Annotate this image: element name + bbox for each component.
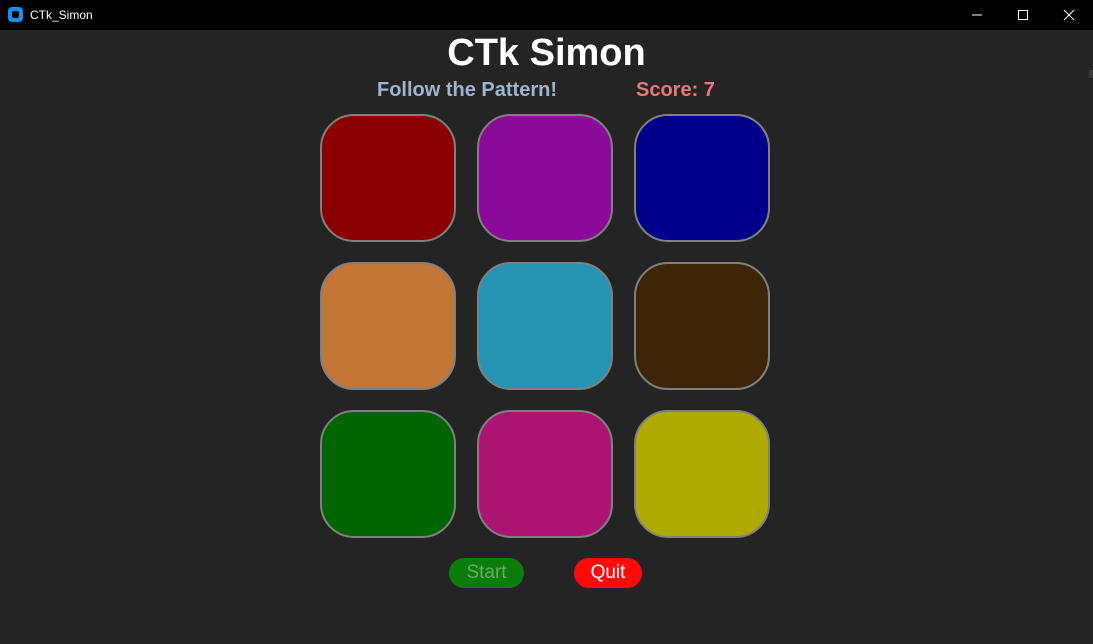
close-button[interactable] xyxy=(1046,0,1092,30)
pad-blue[interactable] xyxy=(634,114,770,242)
start-button[interactable]: Start xyxy=(449,558,524,588)
pad-green[interactable] xyxy=(320,410,456,538)
score-label: Score: 7 xyxy=(636,79,715,101)
pad-magenta[interactable] xyxy=(477,410,613,538)
pad-yellow[interactable] xyxy=(634,410,770,538)
pad-purple[interactable] xyxy=(477,114,613,242)
minimize-icon xyxy=(972,14,982,16)
app-window: CTk_Simon CTk Simon Follow the Pattern! … xyxy=(0,0,1093,644)
pad-brown[interactable] xyxy=(634,262,770,390)
pad-red[interactable] xyxy=(320,114,456,242)
minimize-button[interactable] xyxy=(954,0,1000,30)
app-icon xyxy=(8,7,23,22)
app-title: CTk Simon xyxy=(447,32,646,74)
maximize-button[interactable] xyxy=(1000,0,1046,30)
close-icon xyxy=(1063,9,1075,21)
title-bar: CTk_Simon xyxy=(0,0,1093,30)
maximize-icon xyxy=(1018,10,1028,20)
pad-orange[interactable] xyxy=(320,262,456,390)
instruction-label: Follow the Pattern! xyxy=(377,79,557,101)
window-title: CTk_Simon xyxy=(30,8,93,22)
pad-cyan[interactable] xyxy=(477,262,613,390)
quit-button[interactable]: Quit xyxy=(574,558,642,588)
